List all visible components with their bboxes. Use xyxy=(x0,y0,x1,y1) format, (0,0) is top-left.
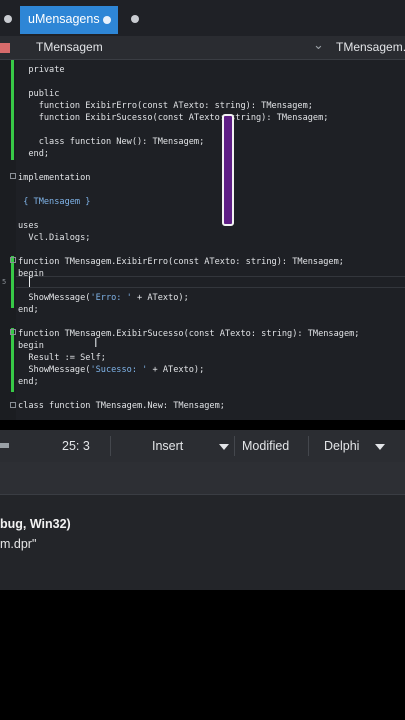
class-selector[interactable]: TMensagem xyxy=(36,40,103,54)
code-line: end; xyxy=(18,377,39,387)
code-line: class function New(): TMensagem; xyxy=(18,137,205,147)
code-line: function ExibirErro(const ATexto: string… xyxy=(18,101,313,111)
tab-dot-icon[interactable] xyxy=(4,15,12,23)
fold-icon[interactable] xyxy=(10,402,16,408)
code-line: class function TMensagem.New: TMensagem; xyxy=(18,401,225,411)
project-file-text: m.dpr" xyxy=(0,537,37,551)
code-line: { TMensagem } xyxy=(18,196,90,208)
code-comment: { TMensagem } xyxy=(23,197,91,207)
code-line: public xyxy=(18,89,60,99)
tab-umensagens[interactable]: uMensagens xyxy=(20,6,118,34)
chevron-down-icon[interactable]: ⌄ xyxy=(313,38,324,53)
cursor-position: 25: 3 xyxy=(62,439,90,453)
fold-icon[interactable] xyxy=(10,257,16,263)
modified-line-marker xyxy=(11,256,14,308)
code-text: ShowMessage( xyxy=(18,293,91,303)
fold-icon[interactable] xyxy=(10,173,16,179)
class-icon xyxy=(0,43,10,53)
current-line-highlight xyxy=(16,276,405,288)
modified-line-marker xyxy=(11,60,14,160)
tab-label: uMensagens xyxy=(28,12,100,26)
code-text: + ATexto); xyxy=(147,365,205,375)
code-line: Vcl.Dialogs; xyxy=(18,233,91,243)
code-line: private xyxy=(18,65,65,75)
code-line: function TMensagem.ExibirErro(const ATex… xyxy=(18,257,344,267)
code-text: ShowMessage( xyxy=(18,365,91,375)
code-string: 'Erro: ' xyxy=(90,293,132,303)
status-bar: 25: 3 Insert Modified Delphi xyxy=(0,430,405,462)
chevron-down-icon[interactable] xyxy=(219,444,229,450)
code-line: uses xyxy=(18,221,39,231)
tab-dot-icon[interactable] xyxy=(131,15,139,23)
insert-mode[interactable]: Insert xyxy=(152,439,183,453)
text-cursor-icon: I xyxy=(94,336,98,350)
build-target-text: bug, Win32) xyxy=(0,517,71,531)
language-selector[interactable]: Delphi xyxy=(324,439,359,453)
status-divider xyxy=(308,436,309,456)
code-line: ShowMessage('Erro: ' + ATexto); xyxy=(18,292,189,304)
status-divider xyxy=(110,436,111,456)
status-divider xyxy=(234,436,235,456)
fold-icon[interactable] xyxy=(10,329,16,335)
code-line: Result := Self; xyxy=(18,353,106,363)
method-selector[interactable]: TMensagem. xyxy=(336,40,405,54)
code-line: implementation xyxy=(18,173,91,183)
messages-panel: bug, Win32) m.dpr" xyxy=(0,494,405,590)
text-caret xyxy=(29,276,30,287)
modified-state: Modified xyxy=(242,439,290,453)
tab-close-icon[interactable] xyxy=(103,16,111,24)
chevron-down-icon[interactable] xyxy=(375,444,385,450)
code-line: ShowMessage('Sucesso: ' + ATexto); xyxy=(18,364,204,376)
code-navigation-bar: TMensagem ⌄ TMensagem. xyxy=(0,36,405,60)
code-line: begin xyxy=(18,269,44,279)
toolbar-strip xyxy=(0,462,405,494)
cursor-highlight-overlay xyxy=(222,114,234,226)
code-text: + ATexto); xyxy=(131,293,189,303)
code-line: end; xyxy=(18,149,50,159)
line-number-marker: 5 xyxy=(2,278,7,286)
code-line: begin xyxy=(18,341,44,351)
code-string: 'Sucesso: ' xyxy=(90,365,148,375)
status-icon xyxy=(0,443,9,448)
code-line: end; xyxy=(18,305,39,315)
code-line: function TMensagem.ExibirSucesso(const A… xyxy=(18,329,360,339)
code-line: function ExibirSucesso(const ATexto: str… xyxy=(18,113,329,123)
code-editor[interactable]: 5 private public function ExibirErro(con… xyxy=(0,60,405,420)
tab-bar: uMensagens xyxy=(0,0,405,36)
modified-line-marker xyxy=(11,328,14,392)
